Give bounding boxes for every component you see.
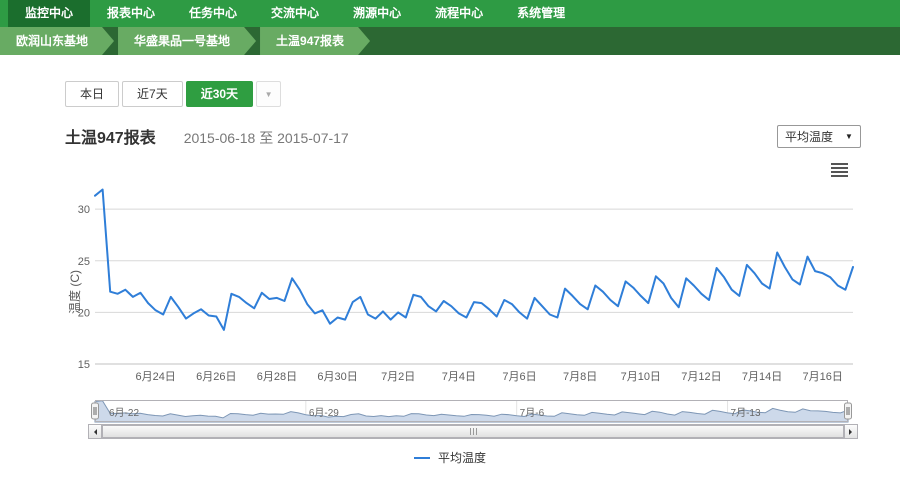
svg-text:6月26日: 6月26日 [196, 371, 236, 383]
svg-text:6月28日: 6月28日 [257, 371, 297, 383]
svg-text:15: 15 [78, 359, 90, 371]
top-nav: 监控中心 报表中心 任务中心 交流中心 溯源中心 流程中心 系统管理 [0, 0, 900, 27]
page-title: 土温947报表 [65, 124, 156, 148]
arrow-right-icon [849, 429, 855, 435]
tab-last-30-days[interactable]: 近30天 [186, 81, 253, 107]
scrollbar-thumb[interactable] [102, 425, 844, 438]
svg-text:7月8日: 7月8日 [563, 371, 597, 383]
svg-text:7月-6: 7月-6 [520, 407, 545, 419]
series-line [95, 190, 853, 330]
nav-item-report-center[interactable]: 报表中心 [90, 0, 172, 27]
nav-item-task-center[interactable]: 任务中心 [172, 0, 254, 27]
svg-text:7月2日: 7月2日 [381, 371, 415, 383]
chart-scrollbar[interactable] [88, 424, 858, 439]
nav-item-process-center[interactable]: 流程中心 [418, 0, 500, 27]
legend-label: 平均温度 [438, 449, 486, 466]
range-dropdown-button[interactable]: ▼ [256, 81, 281, 107]
nav-item-communication-center[interactable]: 交流中心 [254, 0, 336, 27]
svg-text:7月10日: 7月10日 [621, 371, 661, 383]
series-select[interactable]: 平均温度 ▼ [777, 125, 861, 148]
title-row: 土温947报表 2015-06-18 至 2015-07-17 [65, 124, 349, 148]
svg-text:6月24日: 6月24日 [135, 371, 175, 383]
scrollbar-left-button[interactable] [88, 424, 102, 439]
legend-line-swatch [414, 457, 430, 459]
svg-text:6月-29: 6月-29 [309, 407, 339, 419]
nav-item-system-management[interactable]: 系统管理 [500, 0, 582, 27]
svg-text:6月-22: 6月-22 [109, 407, 139, 419]
chevron-down-icon: ▼ [265, 90, 273, 99]
chart-navigator[interactable]: 6月-22 6月-29 7月-6 7月-13 [95, 400, 848, 422]
svg-text:25: 25 [78, 256, 90, 268]
svg-text:7月16日: 7月16日 [803, 371, 843, 383]
scrollbar-track[interactable] [102, 424, 844, 439]
svg-text:7月14日: 7月14日 [742, 371, 782, 383]
svg-text:7月6日: 7月6日 [502, 371, 536, 383]
temperature-line-chart[interactable]: 15 20 25 30 6月24日 6月26日 6月28日 6月30日 7月2日 7月4日 7月6日… [60, 158, 880, 390]
chevron-down-icon: ▼ [845, 132, 853, 141]
navigator-handle-right [845, 403, 852, 419]
breadcrumb-current-report[interactable]: 土温947报表 [260, 27, 370, 55]
range-tabs: 本日 近7天 近30天 ▼ [65, 81, 281, 107]
svg-text:30: 30 [78, 204, 90, 216]
svg-text:7月-13: 7月-13 [731, 407, 761, 419]
svg-text:6月30日: 6月30日 [317, 371, 357, 383]
date-range-text: 2015-06-18 至 2015-07-17 [184, 128, 349, 148]
series-select-value: 平均温度 [785, 128, 833, 145]
nav-item-trace-center[interactable]: 溯源中心 [336, 0, 418, 27]
tab-last-7-days[interactable]: 近7天 [122, 81, 183, 107]
legend-item-average-temperature[interactable]: 平均温度 [0, 449, 900, 466]
svg-text:20: 20 [78, 307, 90, 319]
report-page: 监控中心 报表中心 任务中心 交流中心 溯源中心 流程中心 系统管理 欧润山东基… [0, 0, 900, 480]
navigator-handle-left [92, 403, 99, 419]
arrow-left-icon [91, 429, 97, 435]
tab-today[interactable]: 本日 [65, 81, 119, 107]
svg-text:7月12日: 7月12日 [681, 371, 721, 383]
breadcrumb-sub-base[interactable]: 华盛果品一号基地 [118, 27, 256, 55]
svg-text:7月4日: 7月4日 [442, 371, 476, 383]
scrollbar-right-button[interactable] [844, 424, 858, 439]
breadcrumb-base[interactable]: 欧润山东基地 [0, 27, 114, 55]
breadcrumb: 欧润山东基地 华盛果品一号基地 土温947报表 [0, 27, 900, 55]
nav-item-monitor-center[interactable]: 监控中心 [8, 0, 90, 27]
